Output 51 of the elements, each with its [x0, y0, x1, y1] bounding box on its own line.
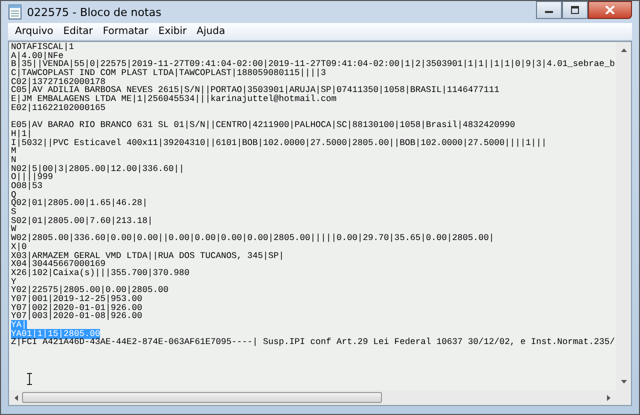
text-line: Y02|22575|2805.00|0.00|2805.00: [11, 285, 169, 296]
text-line: I|5032||PVC Esticavel 400x11|39204310||6101|BOB|102.0000|27.5000|2805.00||BOB|102.0000|27.5000||||1|||: [11, 138, 547, 148]
text-area[interactable]: [9, 42, 616, 390]
text-line: Q: [11, 190, 16, 200]
text-line: O||||999: [11, 172, 54, 182]
text-line: E|JM EMBALAGENS LTDA ME|1|256045534|||karinajuttel@hotmail.com: [11, 94, 337, 104]
maximize-button[interactable]: [562, 1, 588, 19]
text-line: N: [11, 154, 16, 165]
menu-item[interactable]: Arquivo: [10, 26, 58, 37]
text-line: S: [11, 207, 16, 218]
text-line: Y: [11, 276, 16, 287]
vertical-scrollbar[interactable]: [616, 42, 631, 390]
text-line: X04|30445667000169: [11, 259, 106, 270]
text-line: O08|53: [11, 181, 43, 191]
text-line: H|1|: [11, 128, 32, 139]
text-line: C|TAWCOPLAST IND COM PLAST LTDA|TAWCOPLAST|188059080115||||3: [11, 68, 326, 78]
text-line: X03|ARMAZEM GERAL VMD LTDA||RUA DOS TUCANOS, 345|SP|: [11, 250, 284, 260]
text-line: Y07|003|2020-01-08|926.00: [11, 311, 142, 322]
menu-item[interactable]: Exibir: [153, 26, 192, 37]
text-line: C05|AV ADILIA BARBOSA NEVES 2615|S/N||PORTAO|3503901|ARUJA|SP|07411350|1058|BRASIL|1146477111: [11, 85, 500, 96]
text-cursor-icon: [26, 373, 33, 385]
close-icon: [605, 6, 615, 14]
maximize-icon: [570, 6, 580, 14]
text-line: Z|FCI A421A46D-43AE-44E2-874E-063AF61E7095----| Susp.IPI conf Art.29 Lei Federal 10637 30/12/02, e Inst.Normat.235/: [11, 337, 615, 348]
text-line: NOTAFISCAL|1: [11, 42, 74, 52]
text-line: M: [11, 146, 16, 156]
text-line: S02|01|2805.00|7.60|213.18|: [11, 216, 153, 226]
menu-item[interactable]: Ajuda: [192, 26, 230, 37]
text-line: Q02|01|2805.00|1.65|46.28|: [11, 198, 148, 208]
text-line: B|35||VENDA|55|0|22575|2019-11-27T09:41:04-02:00|2019-11-27T09:41:04-02:00|1|2|3503901|1|1||1|1|0|9|3|4.01_sebrae_b: [11, 59, 615, 70]
text-line: W: [11, 224, 16, 234]
minimize-button[interactable]: [536, 1, 562, 19]
menu-item[interactable]: Editar: [58, 26, 98, 37]
text-line: E02|11622102000165: [11, 102, 106, 113]
text-line: C02|13727162000178: [11, 76, 106, 87]
text-line: Y07|001|2019-12-25|953.00: [11, 294, 142, 304]
notepad-icon: [8, 4, 22, 20]
menu-item[interactable]: Formatar: [98, 26, 154, 37]
scroll-up-icon[interactable]: [620, 47, 628, 53]
text-line: N02|5|00|3|2805.00|12.00|336.60||: [11, 164, 184, 174]
scroll-down-icon[interactable]: [620, 379, 628, 385]
text-line: E05|AV BARAO RIO BRANCO 631 SL 01|S/N||CENTRO|4211900|PALHOCA|SC|88130100|1058|Brasil|4832420990: [11, 120, 516, 130]
window-title: 022575 - Bloco de notas: [27, 6, 162, 18]
text-line: W02|2805.00|336.60|0.00|0.00||0.00|0.00|0.00|0.00|2805.00|||||0.00|29.70|35.65|0.00|2805.00|: [11, 233, 494, 244]
scroll-right-icon[interactable]: [606, 394, 612, 402]
close-button[interactable]: [588, 1, 632, 19]
text-line: X|0: [11, 242, 27, 252]
text-line: A|4.00|NFe: [11, 50, 64, 61]
text-line: X26|102|Caixa(s)|||355.700|370.980: [11, 268, 190, 278]
scroll-left-icon[interactable]: [13, 394, 19, 402]
text-line: Y07|002|2020-01-01|926.00: [11, 302, 142, 313]
